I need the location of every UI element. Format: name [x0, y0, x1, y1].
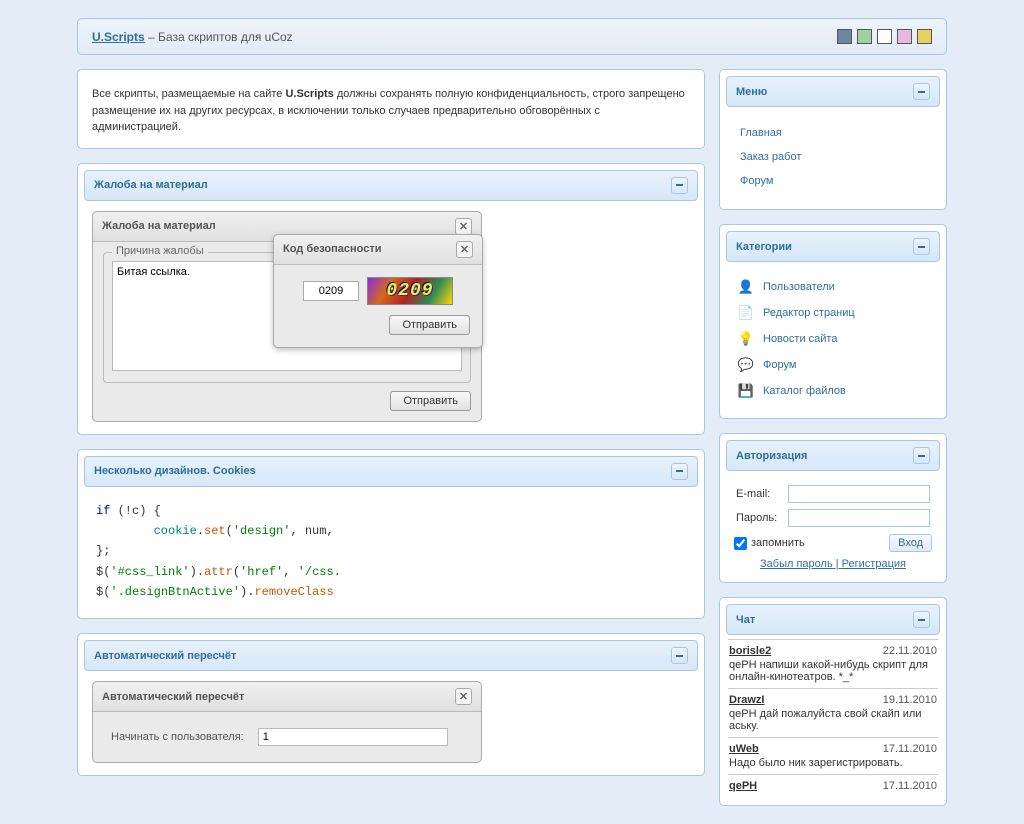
chat-panel: Чат borisle2 22.11.2010qePH напиши какой-…	[719, 597, 947, 806]
register-link[interactable]: Регистрация	[842, 558, 906, 570]
menu-item[interactable]: Заказ работ	[736, 145, 930, 169]
complaint-fieldset-legend: Причина жалобы	[112, 245, 208, 257]
collapse-button[interactable]	[671, 463, 688, 480]
site-header: U.Scripts – База скриптов для uCoz	[77, 18, 947, 55]
header-sep: –	[145, 30, 158, 44]
recalc-row1-label: Начинать с пользователя:	[105, 724, 250, 750]
auth-pass-label: Пароль:	[736, 507, 786, 529]
categories-title: Категории	[736, 241, 792, 253]
category-item[interactable]: 💾 Каталог файлов	[736, 378, 930, 404]
chat-message: qePH 17.11.2010	[728, 774, 938, 799]
chat-text: qePH дай пожалуйста свой скайп или аську…	[729, 706, 937, 732]
category-item[interactable]: 👤 Пользователи	[736, 274, 930, 300]
theme-switcher	[837, 29, 932, 44]
header-tagline: База скриптов для uCoz	[158, 30, 293, 44]
users-icon: 👤	[738, 279, 754, 295]
code-snippet: if (!c) { cookie.set('design', num, }; $…	[92, 497, 690, 607]
collapse-button[interactable]	[913, 447, 930, 464]
chat-date: 17.11.2010	[883, 780, 937, 792]
security-submit-button[interactable]: Отправить	[389, 315, 470, 335]
menu-item[interactable]: Главная	[736, 121, 930, 145]
menu-title: Меню	[736, 86, 767, 98]
security-dialog-title: Код безопасности	[283, 243, 382, 255]
category-label: Пользователи	[763, 281, 835, 293]
category-label: Форум	[763, 359, 796, 371]
recalc-panel-title: Автоматический пересчёт	[94, 650, 236, 662]
remember-checkbox[interactable]	[734, 537, 747, 550]
theme-swatch[interactable]	[917, 29, 932, 44]
chat-date: 19.11.2010	[883, 694, 937, 706]
recalc-start-input[interactable]	[258, 728, 448, 746]
chat-date: 22.11.2010	[883, 645, 937, 657]
theme-swatch[interactable]	[897, 29, 912, 44]
chat-title: Чат	[736, 614, 755, 626]
designs-panel: Несколько дизайнов. Cookies if (!c) { co…	[77, 449, 705, 620]
collapse-button[interactable]	[913, 611, 930, 628]
captcha-input[interactable]	[303, 281, 359, 301]
page-icon: 📄	[738, 305, 754, 321]
chat-user[interactable]: qePH	[729, 780, 757, 792]
chat-text: Надо было ник зарегистрировать.	[729, 755, 937, 769]
theme-swatch[interactable]	[857, 29, 872, 44]
chat-text	[729, 792, 937, 794]
auth-sep: |	[833, 558, 842, 570]
captcha-image: 0209	[367, 277, 453, 305]
recalc-dialog: Автоматический пересчёт ✕ Начинать с пол…	[92, 681, 482, 763]
chat-date: 17.11.2010	[883, 743, 937, 755]
notice-panel: Все скрипты, размещаемые на сайте U.Scri…	[77, 69, 705, 149]
category-item[interactable]: 💬 Форум	[736, 352, 930, 378]
notice-brand: U.Scripts	[285, 88, 333, 100]
forgot-password-link[interactable]: Забыл пароль	[760, 558, 833, 570]
chat-message: DrawzI 19.11.2010qePH дай пожалуйста свой…	[728, 688, 938, 737]
chat-message: uWeb 17.11.2010Надо было ник зарегистриро…	[728, 737, 938, 774]
complaint-panel-title: Жалоба на материал	[94, 179, 208, 191]
complaint-submit-button[interactable]: Отправить	[390, 391, 471, 411]
collapse-button[interactable]	[671, 647, 688, 664]
chat-text: qePH напиши какой-нибудь скрипт для онла…	[729, 657, 937, 683]
category-label: Каталог файлов	[763, 385, 846, 397]
complaint-dialog: Жалоба на материал ✕ Причина жалобы Бита…	[92, 211, 482, 422]
close-icon[interactable]: ✕	[456, 241, 473, 258]
category-item[interactable]: 📄 Редактор страниц	[736, 300, 930, 326]
chat-user[interactable]: DrawzI	[729, 694, 764, 706]
close-icon[interactable]: ✕	[455, 688, 472, 705]
chat-user[interactable]: borisle2	[729, 645, 771, 657]
category-label: Новости сайта	[763, 333, 837, 345]
close-icon[interactable]: ✕	[455, 218, 472, 235]
auth-title: Авторизация	[736, 450, 807, 462]
category-item[interactable]: 💡 Новости сайта	[736, 326, 930, 352]
auth-panel: Авторизация E-mail: Пароль: запомнить Вх…	[719, 433, 947, 583]
bubble-icon: 💬	[738, 357, 754, 373]
notice-text-pre: Все скрипты, размещаемые на сайте	[92, 88, 285, 100]
complaint-panel: Жалоба на материал Жалоба на материал ✕ …	[77, 163, 705, 435]
collapse-button[interactable]	[671, 177, 688, 194]
complaint-dialog-title: Жалоба на материал	[102, 220, 216, 232]
recalc-panel: Автоматический пересчёт Автоматический п…	[77, 633, 705, 776]
category-label: Редактор страниц	[763, 307, 855, 319]
recalc-dialog-title: Автоматический пересчёт	[102, 691, 244, 703]
designs-panel-title: Несколько дизайнов. Cookies	[94, 465, 256, 477]
menu-item[interactable]: Форум	[736, 169, 930, 193]
chat-message: borisle2 22.11.2010qePH напиши какой-нибу…	[728, 639, 938, 688]
collapse-button[interactable]	[913, 238, 930, 255]
password-field[interactable]	[788, 509, 930, 527]
theme-swatch[interactable]	[837, 29, 852, 44]
collapse-button[interactable]	[913, 83, 930, 100]
theme-swatch[interactable]	[877, 29, 892, 44]
bulb-icon: 💡	[738, 331, 754, 347]
email-field[interactable]	[788, 485, 930, 503]
categories-panel: Категории 👤 Пользователи 📄 Редактор страниц…	[719, 224, 947, 419]
auth-email-label: E-mail:	[736, 483, 786, 505]
remember-label[interactable]: запомнить	[734, 537, 805, 550]
disk-icon: 💾	[738, 383, 754, 399]
chat-user[interactable]: uWeb	[729, 743, 759, 755]
security-dialog: Код безопасности ✕ 0209 Отправить	[273, 234, 483, 348]
login-button[interactable]: Вход	[889, 534, 932, 552]
brand-link[interactable]: U.Scripts	[92, 30, 145, 44]
menu-panel: Меню ГлавнаяЗаказ работФорум	[719, 69, 947, 210]
